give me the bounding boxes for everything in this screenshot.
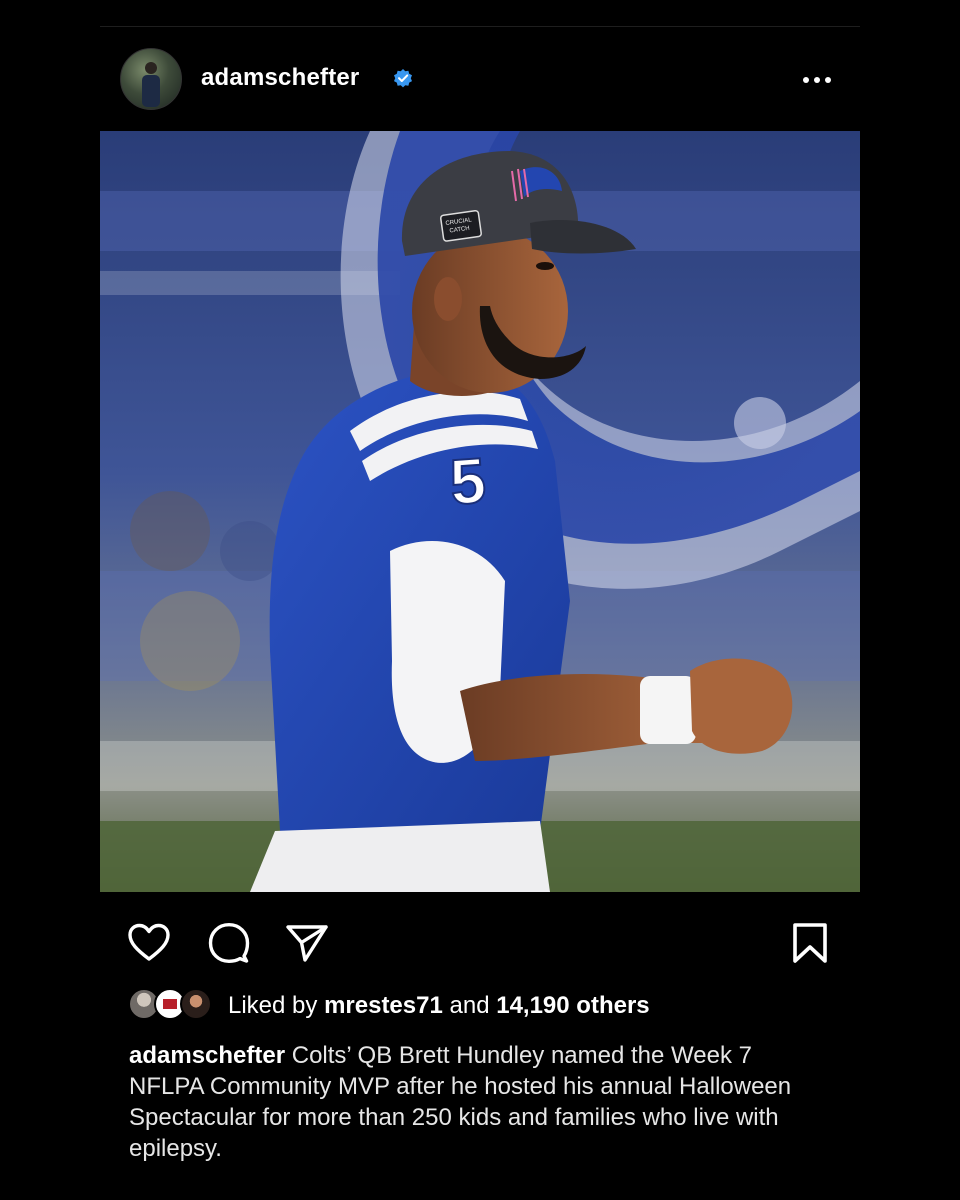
likes-and: and (449, 992, 490, 1019)
more-options-icon[interactable] (802, 76, 832, 84)
verified-badge-icon (394, 69, 412, 88)
likes-prefix: Liked by (228, 992, 318, 1019)
avatar[interactable] (120, 48, 182, 110)
share-button[interactable] (284, 920, 330, 966)
send-icon (286, 925, 328, 962)
likes-row: Liked by mrestes71 and 14,190 others (128, 986, 848, 1026)
likes-count[interactable]: 14,190 others (496, 992, 649, 1019)
likes-text: Liked by mrestes71 and 14,190 others (228, 992, 650, 1020)
svg-text:5: 5 (448, 444, 489, 518)
like-button[interactable] (126, 920, 172, 966)
avatar-figure (142, 62, 160, 107)
bookmark-icon (793, 923, 827, 963)
liker-avatar-2-logo (163, 999, 177, 1009)
heart-icon (128, 923, 170, 961)
comment-icon (208, 923, 250, 963)
comment-button[interactable] (206, 920, 252, 966)
liker-username[interactable]: mrestes71 (324, 992, 443, 1019)
post-actions (100, 912, 860, 968)
post-username[interactable]: adamschefter (201, 64, 359, 92)
post-caption: adamschefter Colts’ QB Brett Hundley nam… (129, 1040, 829, 1164)
post-header: adamschefter (100, 46, 860, 112)
save-button[interactable] (787, 920, 833, 966)
liker-avatar-3[interactable] (180, 988, 212, 1020)
post-photo[interactable]: 5 CRUCIAL CATCH (100, 131, 860, 892)
caption-username[interactable]: adamschefter (129, 1042, 285, 1069)
top-divider (100, 26, 860, 27)
player-illustration: 5 CRUCIAL CATCH (100, 131, 860, 892)
